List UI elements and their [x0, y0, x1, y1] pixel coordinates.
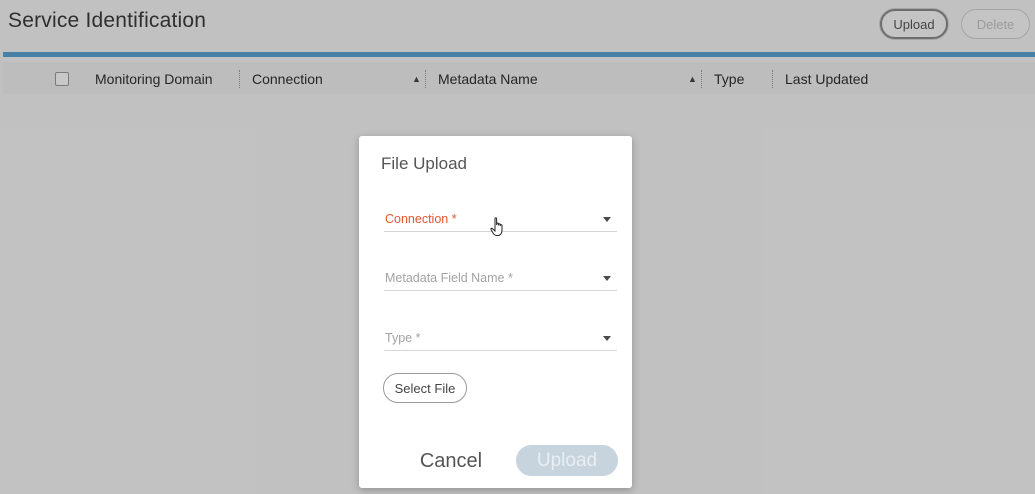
- metadata-field-name-label: Metadata Field Name *: [385, 271, 513, 285]
- metadata-field-name-select[interactable]: Metadata Field Name *: [384, 267, 617, 291]
- chevron-down-icon[interactable]: [603, 217, 611, 222]
- cancel-button[interactable]: Cancel: [411, 448, 491, 474]
- chevron-down-icon[interactable]: [603, 336, 611, 341]
- connection-label: Connection *: [385, 212, 457, 226]
- hand-pointer-icon: [490, 217, 503, 236]
- chevron-down-icon[interactable]: [603, 276, 611, 281]
- dialog-title: File Upload: [381, 154, 467, 173]
- type-label: Type *: [385, 331, 421, 345]
- type-select[interactable]: Type *: [384, 327, 617, 351]
- file-upload-dialog: File Upload Connection * Metadata Field …: [359, 136, 632, 488]
- select-file-button[interactable]: Select File: [383, 373, 467, 403]
- dialog-upload-button[interactable]: Upload: [516, 445, 618, 476]
